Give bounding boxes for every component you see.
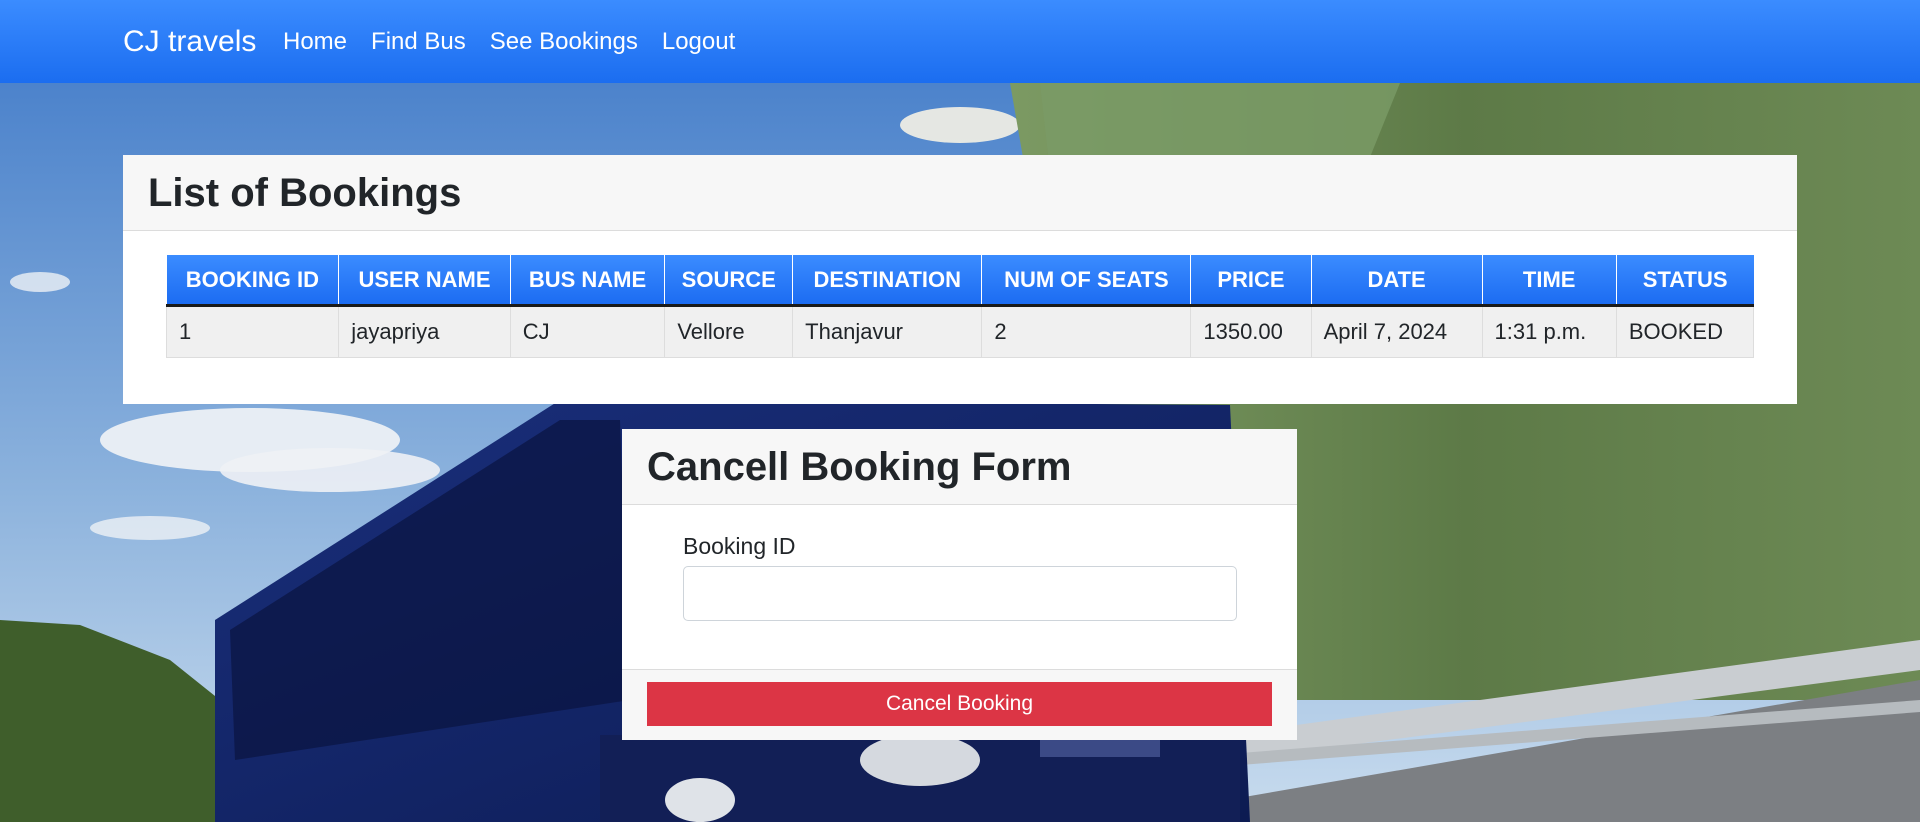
column-header-date: DATE (1311, 255, 1483, 307)
column-header-num-of-seats: NUM OF SEATS (981, 255, 1192, 307)
nav-home-link[interactable]: Home (283, 24, 347, 60)
column-header-destination: DESTINATION (792, 255, 983, 307)
cancel-booking-button[interactable]: Cancel Booking (647, 682, 1272, 726)
cell-num-of-seats: 2 (981, 305, 1192, 358)
nav-logout-link[interactable]: Logout (662, 24, 735, 60)
table-row: 1 jayapriya CJ Vellore Thanjavur 2 1350.… (165, 305, 1755, 358)
cell-date: April 7, 2024 (1310, 305, 1483, 358)
bookings-panel: List of Bookings BOOKING ID USER NAME BU… (123, 155, 1797, 404)
nav-find-bus-link[interactable]: Find Bus (371, 24, 466, 60)
bookings-title: List of Bookings (123, 155, 1797, 231)
table-header-row: BOOKING ID USER NAME BUS NAME SOURCE DES… (166, 255, 1754, 307)
cell-bus-name: CJ (509, 305, 666, 358)
cancel-form-title: Cancell Booking Form (622, 429, 1297, 505)
bookings-table: BOOKING ID USER NAME BUS NAME SOURCE DES… (165, 255, 1755, 358)
nav-links: Home Find Bus See Bookings Logout (283, 24, 735, 60)
cell-time: 1:31 p.m. (1481, 305, 1617, 358)
column-header-booking-id: BOOKING ID (166, 255, 340, 307)
booking-id-label: Booking ID (683, 533, 796, 559)
cell-booking-id: 1 (165, 305, 340, 358)
column-header-bus-name: BUS NAME (510, 255, 666, 307)
column-header-price: PRICE (1190, 255, 1312, 307)
cell-status: BOOKED (1615, 305, 1755, 358)
column-header-user-name: USER NAME (338, 255, 511, 307)
column-header-time: TIME (1482, 255, 1617, 307)
cancel-booking-panel: Cancell Booking Form Booking ID Cancel B… (622, 429, 1297, 740)
cell-price: 1350.00 (1190, 305, 1312, 358)
navbar: CJ travels Home Find Bus See Bookings Lo… (0, 0, 1920, 83)
column-header-status: STATUS (1616, 255, 1754, 307)
booking-id-input[interactable] (683, 566, 1237, 621)
nav-see-bookings-link[interactable]: See Bookings (490, 24, 638, 60)
cell-user-name: jayapriya (338, 305, 511, 358)
cancel-form-footer: Cancel Booking (622, 669, 1297, 740)
brand-link[interactable]: CJ travels (123, 22, 256, 62)
column-header-source: SOURCE (664, 255, 794, 307)
cell-source: Vellore (664, 305, 794, 358)
cell-destination: Thanjavur (792, 305, 983, 358)
